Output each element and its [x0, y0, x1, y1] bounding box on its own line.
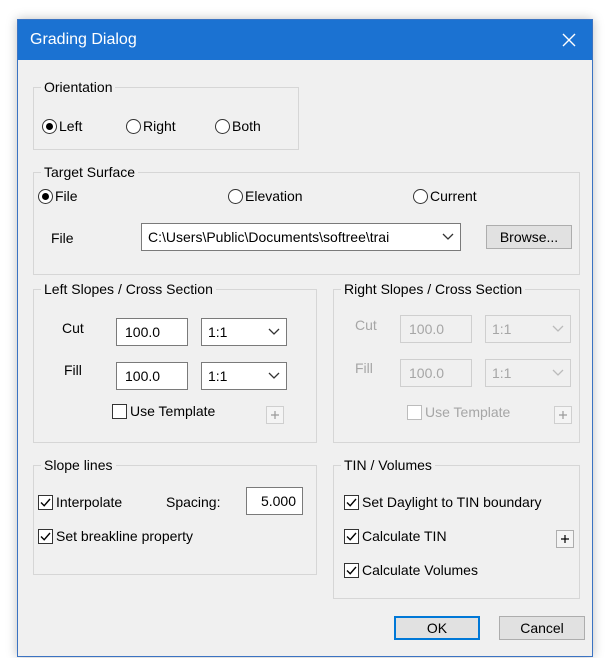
right-fill-ratio-value: 1:1 — [492, 365, 512, 381]
target-surface-legend: Target Surface — [41, 163, 139, 181]
tin-volumes-legend: TIN / Volumes — [341, 456, 435, 474]
radio-orientation-left[interactable]: Left — [42, 118, 82, 134]
left-use-template-label: Use Template — [130, 403, 216, 419]
file-path-combo[interactable]: C:\Users\Public\Documents\softree\trai — [141, 223, 461, 251]
right-cut-input[interactable]: 100.0 — [400, 315, 472, 343]
left-use-template-checkbox[interactable]: Use Template — [112, 403, 215, 419]
right-fill-input[interactable]: 100.0 — [400, 359, 472, 387]
check-icon — [346, 532, 357, 541]
left-slopes-legend: Left Slopes / Cross Section — [41, 280, 216, 298]
radio-right-label: Right — [143, 118, 176, 134]
calculate-tin-label: Calculate TIN — [362, 528, 447, 544]
close-icon — [562, 33, 576, 47]
chevron-down-icon — [442, 233, 454, 240]
target-surface-group: Target Surface File Elevation Current Fi… — [33, 163, 580, 275]
plus-icon — [271, 411, 279, 419]
chevron-down-icon — [268, 372, 280, 379]
orientation-group: Orientation Left Right Both — [33, 78, 299, 150]
breakline-label: Set breakline property — [56, 528, 193, 544]
chevron-down-icon — [552, 369, 564, 376]
slope-lines-legend: Slope lines — [41, 456, 116, 474]
spacing-input[interactable]: 5.000 — [246, 487, 303, 515]
radio-target-elevation[interactable]: Elevation — [228, 188, 303, 204]
check-icon — [40, 532, 51, 541]
radio-orientation-both[interactable]: Both — [215, 118, 261, 134]
left-template-add-button[interactable] — [266, 406, 284, 424]
daylight-label: Set Daylight to TIN boundary — [362, 494, 542, 510]
left-fill-label: Fill — [64, 362, 82, 378]
right-fill-label: Fill — [355, 360, 373, 376]
grading-dialog: Grading Dialog Orientation Left Right Bo… — [17, 19, 593, 657]
radio-file-label: File — [55, 188, 78, 204]
spacing-label: Spacing: — [166, 494, 221, 510]
left-use-template-box[interactable] — [112, 403, 127, 419]
tin-add-button[interactable] — [556, 530, 574, 548]
file-path-value: C:\Users\Public\Documents\softree\trai — [148, 229, 390, 245]
breakline-checkbox[interactable]: Set breakline property — [38, 528, 193, 544]
daylight-box[interactable] — [344, 494, 359, 510]
tin-volumes-group: TIN / Volumes Set Daylight to TIN bounda… — [333, 456, 580, 599]
calculate-volumes-checkbox[interactable]: Calculate Volumes — [344, 562, 478, 578]
chevron-down-icon — [552, 325, 564, 332]
left-fill-input[interactable]: 100.0 — [116, 362, 188, 390]
radio-both-label: Both — [232, 118, 261, 134]
left-cut-label: Cut — [62, 320, 84, 336]
left-cut-ratio-value: 1:1 — [208, 324, 228, 340]
left-fill-ratio-select[interactable]: 1:1 — [201, 362, 287, 390]
plus-icon — [559, 411, 567, 419]
daylight-checkbox[interactable]: Set Daylight to TIN boundary — [344, 494, 542, 510]
radio-current-indicator[interactable] — [413, 188, 428, 204]
orientation-legend: Orientation — [41, 78, 116, 96]
slope-lines-group: Slope lines Interpolate Spacing: 5.000 S… — [33, 456, 317, 575]
radio-target-file[interactable]: File — [38, 188, 78, 204]
calculate-volumes-box[interactable] — [344, 562, 359, 578]
calculate-tin-checkbox[interactable]: Calculate TIN — [344, 528, 447, 544]
right-use-template-checkbox[interactable]: Use Template — [407, 404, 510, 420]
file-label: File — [51, 230, 74, 246]
dialog-title: Grading Dialog — [30, 31, 137, 48]
right-cut-ratio-value: 1:1 — [492, 321, 512, 337]
chevron-down-icon — [268, 328, 280, 335]
right-slopes-legend: Right Slopes / Cross Section — [341, 280, 526, 298]
breakline-box[interactable] — [38, 528, 53, 544]
right-template-add-button[interactable] — [554, 406, 572, 424]
left-cut-input[interactable]: 100.0 — [116, 318, 188, 346]
cancel-button[interactable]: Cancel — [499, 616, 585, 640]
right-fill-ratio-select[interactable]: 1:1 — [485, 359, 571, 387]
right-slopes-group: Right Slopes / Cross Section Cut 100.0 1… — [333, 280, 580, 443]
left-fill-ratio-value: 1:1 — [208, 368, 228, 384]
right-cut-label: Cut — [355, 317, 377, 333]
radio-target-current[interactable]: Current — [413, 188, 477, 204]
title-bar[interactable]: Grading Dialog — [18, 20, 592, 60]
radio-both-indicator[interactable] — [215, 118, 230, 134]
interpolate-checkbox[interactable]: Interpolate — [38, 494, 122, 510]
calculate-volumes-label: Calculate Volumes — [362, 562, 478, 578]
interpolate-box[interactable] — [38, 494, 53, 510]
close-button[interactable] — [546, 20, 592, 60]
radio-elevation-label: Elevation — [245, 188, 303, 204]
right-use-template-label: Use Template — [425, 404, 511, 420]
ok-button[interactable]: OK — [394, 616, 480, 640]
radio-orientation-right[interactable]: Right — [126, 118, 176, 134]
left-slopes-group: Left Slopes / Cross Section Cut 100.0 1:… — [33, 280, 317, 443]
browse-button[interactable]: Browse... — [486, 225, 572, 249]
radio-left-indicator[interactable] — [42, 118, 57, 134]
right-cut-ratio-select[interactable]: 1:1 — [485, 315, 571, 343]
plus-icon — [561, 535, 569, 543]
check-icon — [346, 566, 357, 575]
check-icon — [346, 498, 357, 507]
calculate-tin-box[interactable] — [344, 528, 359, 544]
radio-left-label: Left — [59, 118, 83, 134]
right-use-template-box[interactable] — [407, 404, 422, 420]
radio-file-indicator[interactable] — [38, 188, 53, 204]
radio-current-label: Current — [430, 188, 477, 204]
check-icon — [40, 498, 51, 507]
left-cut-ratio-select[interactable]: 1:1 — [201, 318, 287, 346]
radio-right-indicator[interactable] — [126, 118, 141, 134]
radio-elevation-indicator[interactable] — [228, 188, 243, 204]
interpolate-label: Interpolate — [56, 494, 123, 510]
